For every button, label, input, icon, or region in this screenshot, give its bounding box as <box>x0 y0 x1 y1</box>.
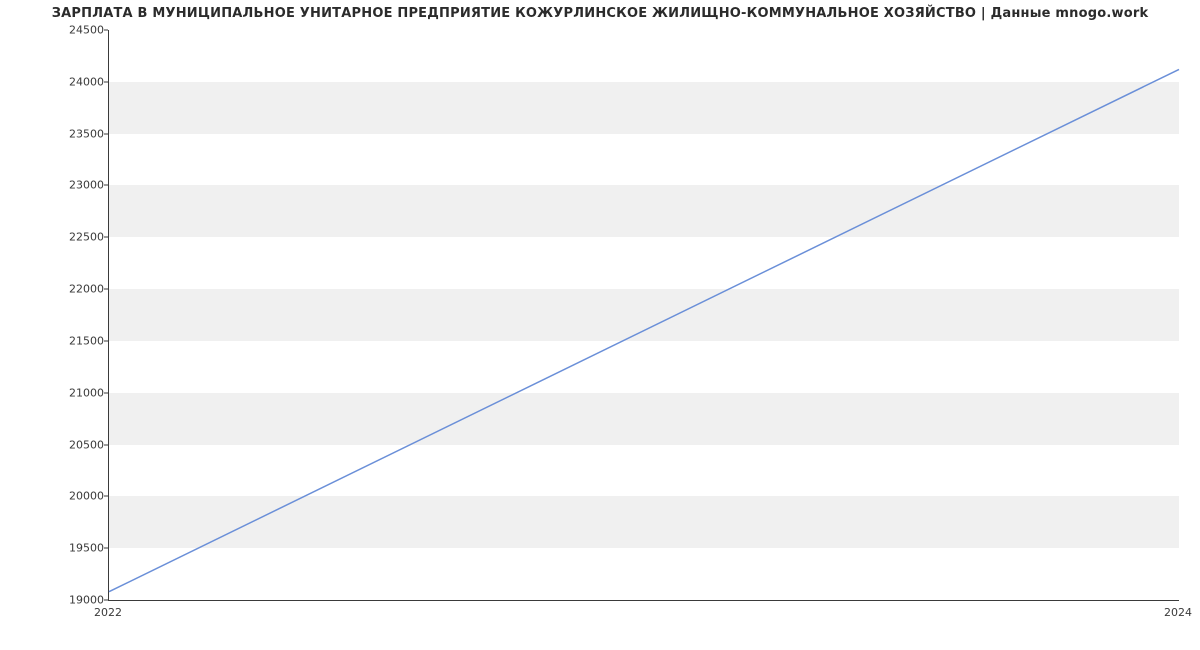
y-tick-label: 23500 <box>54 127 104 140</box>
y-tick-label: 21500 <box>54 334 104 347</box>
y-tick-label: 24000 <box>54 75 104 88</box>
y-tick-mark <box>104 237 108 238</box>
y-tick-mark <box>104 600 108 601</box>
line-layer <box>109 30 1179 600</box>
y-tick-mark <box>104 496 108 497</box>
y-tick-label: 19500 <box>54 542 104 555</box>
y-tick-mark <box>104 548 108 549</box>
x-tick-label: 2024 <box>1164 606 1192 619</box>
y-tick-mark <box>104 392 108 393</box>
y-tick-label: 22500 <box>54 231 104 244</box>
y-tick-label: 24500 <box>54 24 104 37</box>
chart-container: ЗАРПЛАТА В МУНИЦИПАЛЬНОЕ УНИТАРНОЕ ПРЕДП… <box>0 0 1200 650</box>
series-line <box>109 69 1179 591</box>
chart-title: ЗАРПЛАТА В МУНИЦИПАЛЬНОЕ УНИТАРНОЕ ПРЕДП… <box>0 6 1200 21</box>
y-tick-label: 20500 <box>54 438 104 451</box>
y-tick-label: 21000 <box>54 386 104 399</box>
y-tick-label: 23000 <box>54 179 104 192</box>
x-tick-label: 2022 <box>94 606 122 619</box>
plot-area <box>108 30 1179 601</box>
y-tick-label: 20000 <box>54 490 104 503</box>
y-tick-mark <box>104 444 108 445</box>
y-tick-label: 19000 <box>54 594 104 607</box>
y-tick-mark <box>104 289 108 290</box>
y-tick-label: 22000 <box>54 283 104 296</box>
y-tick-mark <box>104 81 108 82</box>
y-tick-mark <box>104 185 108 186</box>
y-tick-mark <box>104 340 108 341</box>
y-tick-mark <box>104 133 108 134</box>
y-tick-mark <box>104 30 108 31</box>
